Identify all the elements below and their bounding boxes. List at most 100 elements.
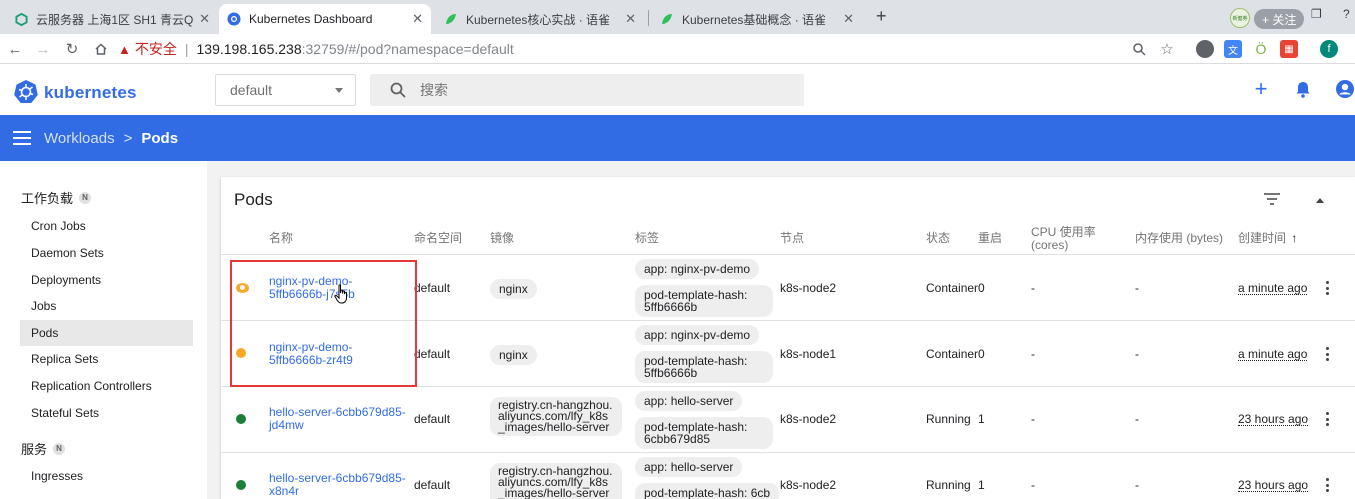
home-icon[interactable] bbox=[91, 39, 111, 59]
sidebar-item-replication-controllers[interactable]: Replication Controllers bbox=[20, 373, 193, 399]
url-host: 139.198.165.238 bbox=[196, 41, 302, 57]
sidebar-item-replica-sets[interactable]: Replica Sets bbox=[20, 346, 193, 372]
pod-name-link[interactable]: hello-server-6cbb679d85-x8n4r bbox=[269, 472, 409, 498]
browser-tab-dashboard[interactable]: Kubernetes Dashboard ✕ bbox=[219, 4, 431, 34]
browser-toolbar: ← → ↻ ▲ 不安全 | 139.198.165.238 :32759/#/p… bbox=[0, 34, 1355, 64]
browser-tab-qingcloud[interactable]: 云服务器 上海1区 SH1 青云Qing ✕ bbox=[6, 4, 218, 34]
column-header-labels[interactable]: 标签 bbox=[635, 232, 659, 245]
card-title: Pods bbox=[234, 190, 273, 209]
search-bar[interactable] bbox=[370, 74, 804, 106]
restore-window-icon[interactable]: ❐ bbox=[1311, 7, 1322, 21]
sort-ascending-arrow-icon: ↑ bbox=[1291, 231, 1298, 245]
sidebar-item-ingresses[interactable]: Ingresses bbox=[20, 463, 193, 489]
yuque-favicon-icon bbox=[660, 12, 674, 26]
security-indicator[interactable]: ▲ 不安全 bbox=[118, 39, 177, 59]
pod-memory: - bbox=[1135, 347, 1139, 361]
sidebar-item-deployments[interactable]: Deployments bbox=[20, 267, 193, 293]
close-tab-icon[interactable]: ✕ bbox=[625, 11, 636, 27]
pod-created: 23 hours ago bbox=[1238, 478, 1309, 492]
dropdown-caret-icon bbox=[335, 88, 343, 93]
kubernetes-logo[interactable]: kubernetes bbox=[14, 79, 137, 106]
sidebar-item-pods[interactable]: Pods bbox=[20, 320, 193, 346]
label-chip: app: hello-server bbox=[635, 457, 743, 477]
yuque-favicon-icon bbox=[444, 12, 458, 26]
section-label: 工作负载 bbox=[21, 191, 74, 206]
account-circle-icon[interactable] bbox=[1334, 78, 1355, 100]
bookmark-star-icon[interactable]: ☆ bbox=[1157, 39, 1177, 59]
column-header-namespace[interactable]: 命名空间 bbox=[414, 232, 462, 245]
column-header-created[interactable]: 创建时间 ↑ bbox=[1238, 232, 1297, 245]
app-header: kubernetes default + bbox=[0, 64, 1355, 115]
pod-cpu: - bbox=[1031, 281, 1035, 295]
row-actions-menu-icon[interactable] bbox=[1326, 281, 1330, 295]
browser-tab-yuque-core[interactable]: Kubernetes核心实战 · 语雀 ✕ bbox=[436, 4, 644, 34]
breadcrumb-bar: Workloads > Pods bbox=[0, 115, 1355, 161]
section-label: 服务 bbox=[21, 442, 48, 457]
pod-restarts: 1 bbox=[978, 412, 985, 426]
column-header-node[interactable]: 节点 bbox=[780, 232, 804, 245]
collapse-card-icon[interactable] bbox=[1316, 198, 1324, 203]
sidebar-item-label: Replication Controllers bbox=[31, 379, 152, 393]
pod-memory: - bbox=[1135, 478, 1139, 492]
follow-button[interactable]: + 关注 bbox=[1254, 9, 1305, 29]
close-tab-icon[interactable]: ✕ bbox=[199, 11, 210, 27]
sidebar-item-label: Daemon Sets bbox=[31, 246, 104, 260]
image-chip: nginx bbox=[490, 279, 537, 299]
new-tab-button[interactable]: + bbox=[876, 6, 887, 27]
close-tab-icon[interactable]: ✕ bbox=[843, 11, 854, 27]
pod-created: a minute ago bbox=[1238, 281, 1308, 295]
sidebar-section-services[interactable]: 服务 N bbox=[21, 439, 66, 458]
warning-icon: ▲ bbox=[118, 41, 131, 57]
reload-icon[interactable]: ↻ bbox=[62, 39, 82, 59]
filter-icon[interactable] bbox=[1264, 193, 1280, 205]
sidebar-item-label: Cron Jobs bbox=[31, 219, 86, 233]
row-actions-menu-icon[interactable] bbox=[1326, 478, 1330, 492]
column-header-restarts[interactable]: 重启 bbox=[978, 232, 1002, 245]
column-header-image[interactable]: 镜像 bbox=[490, 232, 514, 245]
column-header-memory[interactable]: 内存使用 (bytes) bbox=[1135, 232, 1223, 245]
close-tab-icon[interactable]: ✕ bbox=[412, 11, 423, 27]
label-chip: pod-template-hash: 5ffb6666b bbox=[635, 285, 773, 317]
pod-cpu: - bbox=[1031, 412, 1035, 426]
tab-title: Kubernetes Dashboard bbox=[249, 12, 373, 26]
row-actions-menu-icon[interactable] bbox=[1326, 347, 1330, 361]
browser-tab-yuque-basics[interactable]: Kubernetes基础概念 · 语雀 ✕ bbox=[652, 4, 862, 34]
pod-restarts: 0 bbox=[978, 347, 985, 361]
label-chip: app: hello-server bbox=[635, 391, 743, 411]
column-header-name[interactable]: 名称 bbox=[269, 232, 293, 245]
address-bar[interactable]: ▲ 不安全 | 139.198.165.238 :32759/#/pod?nam… bbox=[118, 36, 1190, 62]
label-chip: pod-template-hash: 6cbb679d85 bbox=[635, 417, 773, 449]
security-label: 不安全 bbox=[134, 41, 177, 57]
sidebar-section-workloads[interactable]: 工作负载 N bbox=[21, 188, 92, 207]
back-icon[interactable]: ← bbox=[5, 39, 25, 59]
sidebar-item-stateful-sets[interactable]: Stateful Sets bbox=[20, 400, 193, 426]
sidebar-item-label: Replica Sets bbox=[31, 352, 99, 366]
extension-avatar-icon[interactable] bbox=[1196, 40, 1214, 58]
grid-extension-icon[interactable]: ▦ bbox=[1280, 40, 1298, 58]
help-icon[interactable]: ? bbox=[1343, 7, 1350, 21]
leaf-extension-icon[interactable]: Ö bbox=[1252, 40, 1270, 58]
row-actions-menu-icon[interactable] bbox=[1326, 412, 1330, 426]
image-chip: registry.cn-hangzhou.aliyuncs.com/lfy_k8… bbox=[490, 463, 622, 499]
sidebar-item-cron-jobs[interactable]: Cron Jobs bbox=[20, 213, 193, 239]
zoom-icon[interactable] bbox=[1129, 39, 1149, 59]
namespace-select[interactable]: default bbox=[215, 74, 356, 106]
profile-avatar[interactable]: f bbox=[1320, 40, 1338, 58]
sidebar-item-daemon-sets[interactable]: Daemon Sets bbox=[20, 240, 193, 266]
column-header-status[interactable]: 状态 bbox=[926, 232, 950, 245]
pod-status: Container bbox=[926, 281, 979, 295]
notifications-bell-icon[interactable] bbox=[1292, 78, 1314, 100]
forward-icon[interactable]: → bbox=[33, 39, 53, 59]
pod-name-link[interactable]: hello-server-6cbb679d85-jd4mw bbox=[269, 406, 409, 432]
breadcrumb-workloads[interactable]: Workloads bbox=[44, 130, 115, 147]
create-plus-icon[interactable]: + bbox=[1250, 76, 1272, 101]
kubernetes-favicon-icon bbox=[227, 12, 241, 26]
column-header-cpu[interactable]: CPU 使用率 (cores) bbox=[1031, 226, 1111, 252]
ext-profile-badge[interactable]: 新健券 bbox=[1230, 8, 1250, 28]
translate-extension-icon[interactable]: 文 bbox=[1224, 40, 1242, 58]
search-input[interactable] bbox=[420, 82, 760, 98]
pod-cpu: - bbox=[1031, 347, 1035, 361]
sidebar-item-jobs[interactable]: Jobs bbox=[20, 293, 193, 319]
hamburger-menu-icon[interactable] bbox=[13, 131, 31, 145]
breadcrumb-chevron-icon: > bbox=[123, 129, 133, 147]
